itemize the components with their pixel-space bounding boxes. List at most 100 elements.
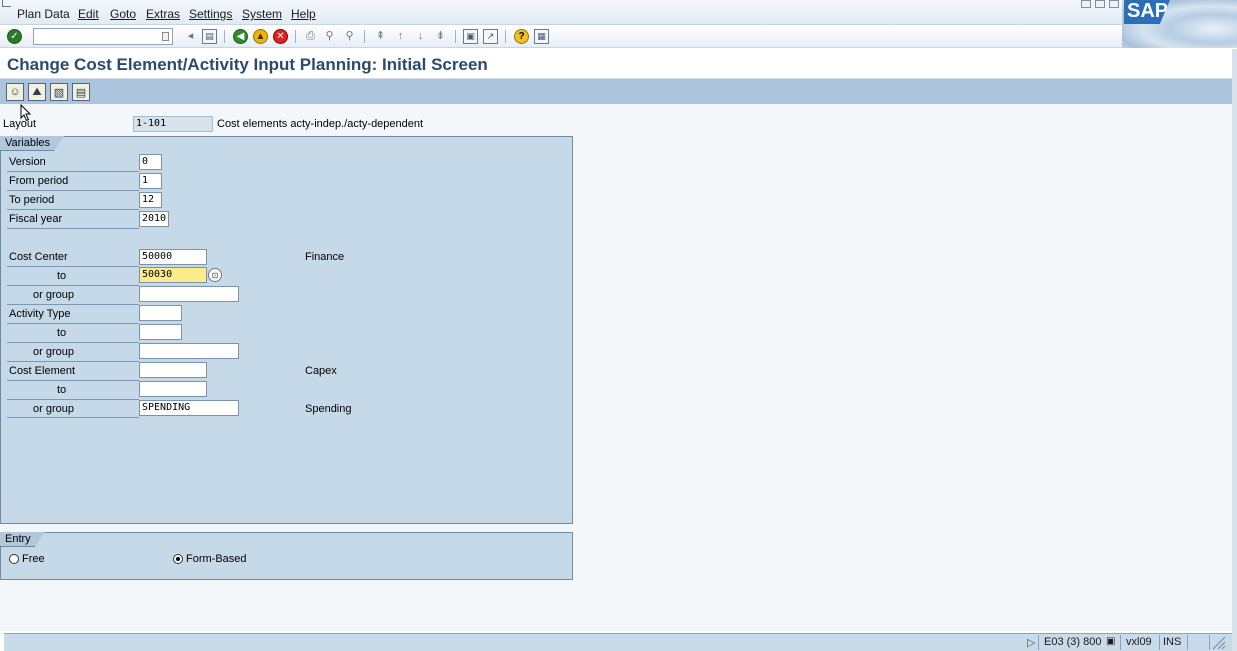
status-separator: [1038, 635, 1039, 650]
cost-element-group-field[interactable]: SPENDING: [139, 400, 239, 416]
resize-grip-icon[interactable]: [1212, 636, 1226, 650]
form-based-radio-label[interactable]: Form-Based: [186, 553, 247, 565]
activity-type-from-field[interactable]: [139, 305, 182, 321]
layout-description: Cost elements acty-indep./acty-dependent: [217, 118, 424, 130]
application-toolbar: ☺ ⛰ ▧ ▤: [0, 79, 1232, 104]
status-separator: [1159, 635, 1160, 650]
maximize-icon[interactable]: [1095, 0, 1105, 8]
entry-group: Entry: [0, 532, 573, 580]
collapse-icon[interactable]: ◂: [183, 29, 198, 44]
minimize-icon[interactable]: [1081, 0, 1091, 8]
last-page-icon[interactable]: ⇟: [433, 29, 448, 44]
row-divider: [7, 342, 139, 343]
from-period-field[interactable]: 1: [139, 173, 162, 189]
create-session-icon[interactable]: ▣: [463, 29, 478, 44]
print-icon[interactable]: ⎙: [303, 29, 318, 44]
status-mode[interactable]: INS: [1163, 636, 1181, 648]
document-icon[interactable]: ▤: [72, 83, 90, 101]
cost-center-from-field[interactable]: 50000: [139, 249, 207, 265]
free-radio-label[interactable]: Free: [22, 553, 45, 565]
enter-icon[interactable]: ✓: [7, 29, 22, 44]
menu-help[interactable]: Help: [291, 7, 316, 21]
save-icon[interactable]: ▤: [202, 29, 217, 44]
cost-element-group-label: or group: [33, 403, 74, 415]
session-info-icon[interactable]: ▣: [1106, 636, 1115, 647]
previous-page-icon[interactable]: ↑: [393, 29, 408, 44]
status-expand-icon[interactable]: ▷: [1027, 636, 1035, 649]
cost-element-group-description: Spending: [305, 403, 352, 415]
fiscal-year-field[interactable]: 2010: [139, 211, 169, 227]
variables-group: Variables: [0, 136, 573, 524]
row-divider: [7, 417, 139, 418]
help-icon[interactable]: ?: [514, 29, 529, 44]
toolbar-separator: [295, 30, 296, 43]
menu-extras[interactable]: Extras: [146, 7, 180, 21]
cost-center-label: Cost Center: [9, 251, 68, 263]
sap-logo: SAP: [1124, 0, 1170, 24]
menu-extras-label: Extras: [146, 7, 181, 21]
find-next-icon[interactable]: ⚲: [342, 29, 357, 44]
activity-type-to-label: to: [57, 327, 67, 339]
entry-group-title: Entry: [0, 532, 45, 547]
exit-icon[interactable]: ▲: [253, 29, 268, 44]
to-period-field[interactable]: 12: [139, 192, 162, 208]
cost-center-group-field[interactable]: [139, 286, 239, 302]
cost-center-description: Finance: [305, 251, 345, 263]
activity-type-to-field[interactable]: [139, 324, 182, 340]
window-edge: [1232, 49, 1237, 651]
window-icon[interactable]: [2, 0, 11, 7]
from-period-label: From period: [9, 175, 69, 187]
cost-element-description: Capex: [305, 365, 337, 377]
status-system: E03 (3) 800: [1044, 636, 1102, 648]
activity-type-group-label: or group: [33, 346, 74, 358]
layout-field[interactable]: 1-101: [133, 116, 213, 132]
row-divider: [7, 399, 139, 400]
to-period-label: To period: [9, 194, 55, 206]
cost-element-to-field[interactable]: [139, 381, 207, 397]
cost-center-to-field[interactable]: 50030: [139, 267, 207, 283]
row-divider: [7, 361, 139, 362]
toolbar-separator: [364, 30, 365, 43]
menu-edit-label: Edit: [78, 7, 99, 21]
customize-layout-icon[interactable]: ▦: [534, 29, 549, 44]
toolbar-separator: [505, 30, 506, 43]
command-dropdown-icon[interactable]: [162, 32, 169, 41]
cost-element-from-field[interactable]: [139, 362, 207, 378]
page-title: Change Cost Element/Activity Input Plann…: [7, 55, 488, 74]
menu-edit[interactable]: Edit: [78, 7, 99, 21]
status-separator: [1187, 635, 1188, 650]
row-divider: [7, 285, 139, 286]
fiscal-year-label: Fiscal year: [9, 213, 63, 225]
menu-settings[interactable]: Settings: [189, 7, 232, 21]
cost-element-to-label: to: [57, 384, 67, 396]
free-radio[interactable]: [9, 554, 19, 564]
menu-settings-label: Settings: [189, 7, 233, 21]
back-icon[interactable]: ◀: [233, 29, 248, 44]
menu-plan-data[interactable]: Plan Data: [17, 7, 70, 21]
toolbar-separator: [224, 30, 225, 43]
close-window-icon[interactable]: [1109, 0, 1119, 8]
cancel-icon[interactable]: ✕: [273, 29, 288, 44]
overview-icon[interactable]: ⛰: [28, 83, 46, 101]
activity-type-group-field[interactable]: [139, 343, 239, 359]
sap-logo-area: SAP: [1122, 0, 1237, 48]
layout-label: Layout: [3, 118, 37, 130]
shortcut-icon[interactable]: ↗: [483, 29, 498, 44]
menu-goto[interactable]: Goto: [110, 7, 136, 21]
form-based-radio[interactable]: [173, 554, 183, 564]
version-field[interactable]: 0: [139, 154, 162, 170]
row-divider: [7, 380, 139, 381]
standard-toolbar: ✓ ◂ ▤ ◀ ▲ ✕ ⎙ ⚲ ⚲ ⇞ ↑ ↓ ⇟ ▣ ↗ ? ▦: [0, 25, 1122, 48]
cost-element-label: Cost Element: [9, 365, 76, 377]
menu-system[interactable]: System: [242, 7, 282, 21]
first-page-icon[interactable]: ⇞: [373, 29, 388, 44]
row-divider: [7, 209, 139, 210]
status-bar: ▷ E03 (3) 800 ▣ vxl09 INS: [4, 633, 1232, 651]
search-help-icon[interactable]: ⊡: [208, 268, 222, 282]
menu-system-label: System: [242, 7, 283, 21]
detail-icon[interactable]: ▧: [50, 83, 68, 101]
find-icon[interactable]: ⚲: [322, 29, 337, 44]
next-page-icon[interactable]: ↓: [413, 29, 428, 44]
command-field[interactable]: [33, 28, 173, 45]
person-icon[interactable]: ☺: [6, 83, 24, 101]
